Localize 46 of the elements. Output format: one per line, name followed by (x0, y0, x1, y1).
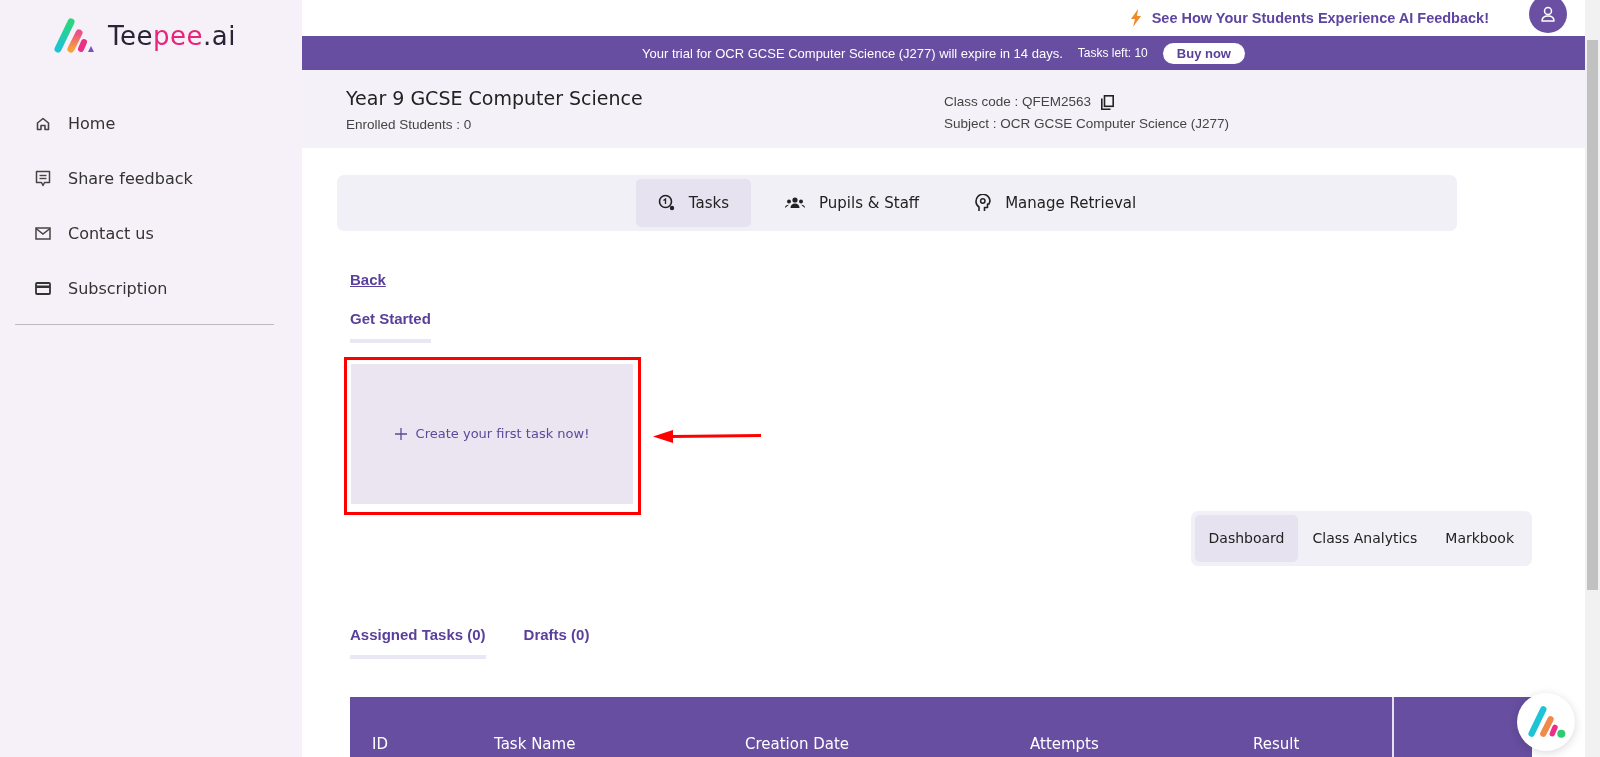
nav-item[interactable]: Contact us (0, 206, 302, 261)
view-tab[interactable]: Class Analytics (1298, 515, 1432, 562)
class-title: Year 9 GCSE Computer Science (346, 87, 644, 109)
tab[interactable]: Manage Retrieval (953, 179, 1159, 227)
tab[interactable]: Tasks (635, 179, 752, 227)
copy-icon[interactable] (1101, 94, 1115, 110)
user-icon (1541, 6, 1555, 23)
column-header: Attempts (1029, 735, 1100, 755)
scrollbar-thumb[interactable] (1587, 40, 1598, 590)
tab[interactable]: Pupils & Staff (763, 179, 942, 227)
plus-icon (394, 428, 407, 440)
avatar-button[interactable] (1529, 0, 1567, 34)
column-header: Task Name (493, 735, 577, 755)
tasks-icon (657, 194, 675, 212)
chat-button[interactable] (1517, 693, 1575, 751)
promo-link[interactable]: See How Your Students Experience AI Feedback! (1129, 9, 1489, 28)
view-tab[interactable]: Dashboard (1194, 515, 1299, 562)
column-header: Result (1252, 735, 1301, 755)
logo-icon (1526, 704, 1566, 740)
logo-wordmark: Teepee.ai (108, 21, 236, 51)
task-tab[interactable]: Assigned Tasks (0) (350, 626, 486, 659)
lightning-icon (1129, 9, 1142, 28)
view-tab[interactable]: Markbook (1431, 515, 1528, 562)
column-header: ID (371, 735, 389, 755)
logo-icon (52, 16, 96, 56)
create-task-card[interactable]: Create your first task now! (351, 364, 633, 504)
mail-icon (35, 227, 51, 240)
home-icon (35, 115, 51, 132)
get-started-tab[interactable]: Get Started (350, 310, 431, 343)
tasks-left-text: Tasks left: 10 (1077, 46, 1148, 61)
class-code-text: Class code : QFEM2563 (944, 93, 1092, 111)
nav-item[interactable]: Subscription (0, 261, 302, 316)
nav-item[interactable]: Home (0, 96, 302, 151)
buy-now-button[interactable]: Buy now (1162, 42, 1245, 64)
people-icon (785, 197, 806, 209)
head-icon (975, 194, 992, 212)
column-header: Creation Date (744, 735, 851, 755)
back-link[interactable]: Back (350, 271, 386, 288)
nav-item[interactable]: Share feedback (0, 151, 302, 206)
task-tab[interactable]: Drafts (0) (523, 626, 590, 659)
scrollbar[interactable] (1585, 0, 1600, 757)
card-icon (35, 282, 51, 295)
enrolled-students-text: Enrolled Students : 0 (346, 116, 473, 134)
feedback-icon (35, 169, 51, 188)
subject-text: Subject : OCR GCSE Computer Science (J277) (944, 115, 1230, 133)
trial-message: Your trial for OCR GCSE Computer Science (J277) will expire in 14 days. (642, 45, 1063, 61)
